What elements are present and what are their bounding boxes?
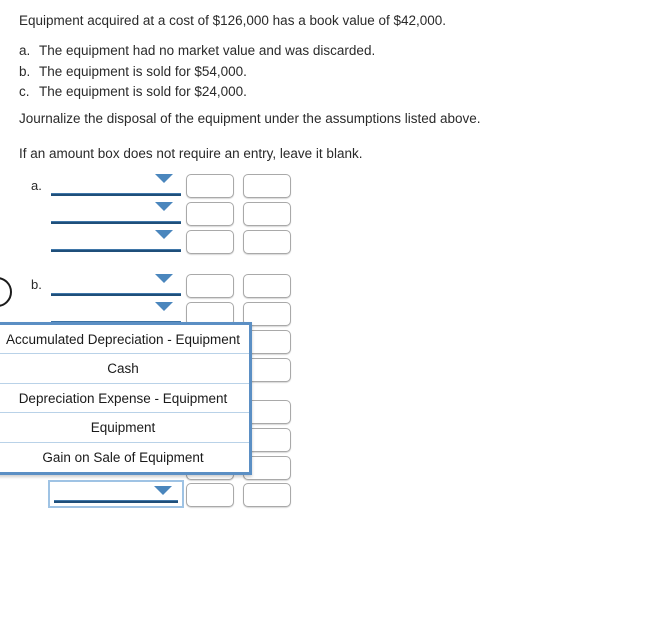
assumption-marker-a: a. [19,43,31,58]
assumption-marker-b: b. [19,63,31,79]
assumption-marker-c: c. [19,84,30,99]
assumption-text-a: The equipment had no market value and wa… [39,43,376,58]
chevron-down-icon [154,486,172,495]
select-underline [51,193,181,196]
select-underline [51,221,181,224]
dropdown-option-equipment[interactable]: Equipment [0,413,249,443]
entry-label-b: b. [31,277,42,292]
dropdown-option-accumulated-depreciation-equipment[interactable]: Accumulated Depreciation - Equipment [0,325,249,355]
chevron-down-icon [155,274,173,283]
select-underline [54,500,178,503]
entry-label-a: a. [31,178,42,193]
debit-amount-input-c4[interactable] [186,483,234,507]
assumption-item-c: c. The equipment is sold for $24,000. [19,82,375,103]
dropdown-option-depreciation-expense-equipment[interactable]: Depreciation Expense - Equipment [0,383,249,414]
account-select-focused[interactable] [48,480,184,508]
account-select-a3[interactable] [51,228,181,252]
blank-entry-note-text: If an amount box does not require an ent… [19,146,363,161]
chevron-down-icon [155,174,173,183]
debit-amount-input-a3[interactable] [186,230,234,254]
account-dropdown-menu[interactable]: Accumulated Depreciation - Equipment Cas… [0,322,252,475]
circle-cursor-artifact [0,277,12,307]
account-select-b1[interactable] [51,272,181,296]
credit-amount-input-a1[interactable] [243,174,291,198]
debit-amount-input-a2[interactable] [186,202,234,226]
journalize-instruction-text: Journalize the disposal of the equipment… [19,111,481,126]
assumption-item-a: a. The equipment had no market value and… [19,41,375,62]
account-select-a2[interactable] [51,200,181,224]
dropdown-option-gain-on-sale-of-equipment[interactable]: Gain on Sale of Equipment [0,442,249,472]
worksheet-page: Equipment acquired at a cost of $126,000… [0,0,650,626]
assumption-list: a. The equipment had no market value and… [19,41,375,103]
dropdown-option-cash[interactable]: Cash [0,354,249,384]
account-select-a1[interactable] [51,172,181,196]
credit-amount-input-b1[interactable] [243,274,291,298]
select-underline [51,293,181,296]
credit-amount-input-a2[interactable] [243,202,291,226]
select-underline [51,249,181,252]
assumption-text-c: The equipment is sold for $24,000. [39,84,247,99]
chevron-down-icon [155,230,173,239]
chevron-down-icon [155,302,173,311]
debit-amount-input-b1[interactable] [186,274,234,298]
credit-amount-input-c4[interactable] [243,483,291,507]
chevron-down-icon [155,202,173,211]
credit-amount-input-a3[interactable] [243,230,291,254]
account-select-b2[interactable] [51,300,181,324]
debit-amount-input-a1[interactable] [186,174,234,198]
assumption-item-b: b. The equipment is sold for $54,000. [19,62,375,83]
assumption-text-b: The equipment is sold for $54,000. [39,63,247,79]
problem-intro-text: Equipment acquired at a cost of $126,000… [19,13,447,28]
